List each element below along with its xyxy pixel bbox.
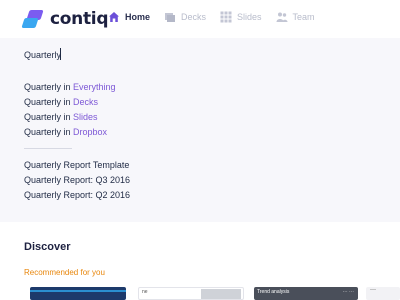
recommended-label: Recommended for you (24, 268, 105, 277)
logo-text: contiq (50, 9, 109, 29)
scope-suggestion-everything[interactable]: Quarterly in Everything (24, 80, 116, 95)
scope-suggestion-dropbox[interactable]: Quarterly in Dropbox (24, 125, 116, 140)
nav-item-decks[interactable]: Decks (164, 11, 206, 23)
scope-link: Dropbox (73, 127, 108, 137)
home-icon (108, 11, 120, 23)
scope-prefix: Quarterly in (24, 127, 74, 137)
scope-prefix: Quarterly in (24, 82, 74, 92)
nav-item-team[interactable]: Team (276, 11, 315, 23)
search-result-item[interactable]: Quarterly Report Template (24, 158, 130, 173)
nav-label-team: Team (292, 12, 315, 22)
team-icon (276, 11, 288, 23)
thumbnail-extra: ⋯ ⋯ (342, 289, 354, 295)
nav-label-slides: Slides (237, 12, 262, 22)
thumbnail-label: — (370, 287, 376, 293)
decks-icon (164, 11, 176, 23)
scope-link: Decks (73, 97, 99, 107)
search-dropdown-panel: Quarterly in Everything Quarterly in Dec… (0, 38, 400, 222)
nav-label-decks: Decks (181, 12, 207, 22)
text-cursor (60, 48, 61, 60)
logo-mark-icon (21, 10, 44, 28)
recommended-thumbnail[interactable] (30, 287, 126, 300)
nav-label-home: Home (125, 12, 151, 22)
recommended-thumbnail[interactable]: ne (138, 287, 244, 300)
scope-link: Slides (73, 112, 98, 122)
search-result-item[interactable]: Quarterly Report: Q3 2016 (24, 173, 130, 188)
suggestion-divider (24, 148, 72, 149)
main-nav: Home Decks Slides Team (108, 11, 329, 23)
recommended-thumbnail[interactable]: Trend analysis ⋯ ⋯ (254, 287, 358, 300)
discover-section: Discover Recommended for you ne Trend an… (0, 222, 400, 300)
nav-item-slides[interactable]: Slides (220, 11, 262, 23)
thumbnail-label: ne (142, 289, 148, 295)
contiq-logo[interactable]: contiq (21, 9, 109, 29)
thumbnail-label: Trend analysis (257, 289, 290, 295)
scope-suggestion-decks[interactable]: Quarterly in Decks (24, 95, 116, 110)
scope-suggestion-slides[interactable]: Quarterly in Slides (24, 110, 116, 125)
search-result-item[interactable]: Quarterly Report: Q2 2016 (24, 188, 130, 203)
scope-prefix: Quarterly in (24, 97, 74, 107)
nav-item-home[interactable]: Home (108, 11, 150, 23)
search-result-list: Quarterly Report Template Quarterly Repo… (24, 158, 130, 203)
scope-link: Everything (73, 82, 116, 92)
search-input[interactable] (24, 48, 384, 62)
scope-suggestion-list: Quarterly in Everything Quarterly in Dec… (24, 80, 116, 140)
thumbnail-photo (201, 289, 241, 299)
top-nav-bar: contiq Home Decks Slides Team (0, 0, 400, 38)
scope-prefix: Quarterly in (24, 112, 74, 122)
recommended-thumbnail[interactable]: — (366, 287, 400, 300)
slides-icon (220, 11, 232, 23)
discover-title: Discover (24, 241, 71, 253)
